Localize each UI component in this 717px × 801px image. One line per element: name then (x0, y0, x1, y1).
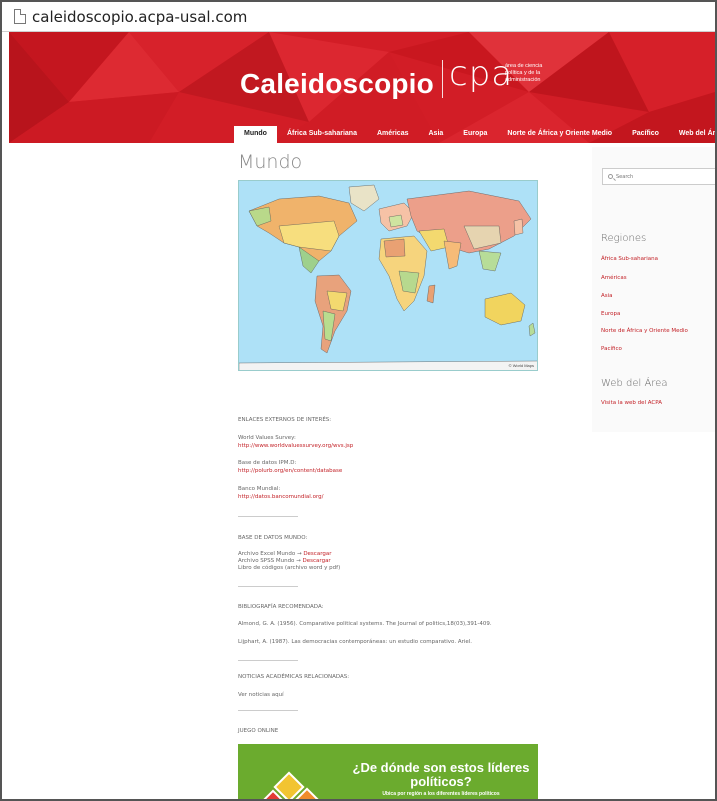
url-text[interactable]: caleidoscopio.acpa-usal.com (32, 8, 247, 26)
site-title[interactable]: Caleidoscopio (240, 68, 434, 100)
cpa-subtitle-line: administración (505, 77, 541, 83)
main-content: Mundo © World Maps ENLACES EXTERNOS DE I… (238, 147, 568, 799)
link-ipmd-database[interactable]: http://polurb.org/en/content/database (238, 468, 342, 476)
nav-item-asia[interactable]: Asia (419, 126, 454, 143)
nav-item-mundo[interactable]: Mundo (234, 126, 277, 143)
news-heading: NOTICIAS ACADÉMICAS RELACIONADAS: (238, 674, 350, 680)
biblio-heading: BIBLIOGRAFÍA RECOMENDADA: (238, 604, 324, 610)
divider (238, 710, 298, 711)
divider (238, 586, 298, 587)
page-icon (14, 9, 26, 24)
download-excel-link[interactable]: Descargar (303, 551, 331, 557)
download-spss-link[interactable]: Descargar (303, 558, 331, 564)
nav-item-norte-africa[interactable]: Norte de África y Oriente Medio (497, 126, 622, 143)
main-nav: Mundo África Sub-sahariana Américas Asia… (234, 126, 715, 143)
region-link-africa-subsahariana[interactable]: África Sub-sahariana (601, 256, 658, 262)
online-game-banner[interactable]: ¿De dónde son estos líderes políticos? U… (238, 744, 538, 799)
search-input[interactable] (616, 173, 696, 180)
search-icon (608, 174, 613, 179)
nav-item-europa[interactable]: Europa (453, 126, 497, 143)
nav-item-web-del-area[interactable]: Web del Área (669, 126, 715, 143)
game-question: ¿De dónde son estos líderes políticos? (352, 760, 530, 789)
search-box[interactable] (602, 168, 715, 185)
divider (238, 660, 298, 661)
db-heading: BASE DE DATOS MUNDO: (238, 535, 308, 541)
divider (238, 516, 298, 517)
world-map-illustration (239, 184, 537, 370)
address-bar[interactable]: caleidoscopio.acpa-usal.com (2, 2, 715, 32)
biblio-item: Almond, G. A. (1956). Comparative politi… (238, 621, 492, 627)
nav-item-pacifico[interactable]: Pacífico (622, 126, 669, 143)
db-item-text: Archivo Excel Mundo → (238, 551, 304, 557)
codebook-link[interactable]: Libro de códigos (archivo word y pdf) (238, 565, 340, 573)
link-label: World Values Survey: (238, 435, 296, 441)
web-del-area-heading: Web del Área (601, 378, 668, 389)
region-link-norte-africa[interactable]: Norte de África y Oriente Medio (601, 328, 688, 334)
cpa-subtitle-line: política y de la (505, 70, 541, 76)
page-title: Mundo (238, 151, 303, 173)
nav-item-africa-subsahariana[interactable]: África Sub-sahariana (277, 126, 367, 143)
logo-divider (442, 60, 443, 98)
map-credit: © World Maps (508, 363, 534, 368)
game-subtitle: Ubica por región a los diferentes lídere… (382, 791, 500, 797)
cpa-logo-subtitle: área de ciencia política y de la adminis… (505, 63, 565, 84)
region-link-pacifico[interactable]: Pacífico (601, 346, 622, 352)
link-label: Base de datos IPM.D: (238, 460, 297, 466)
acpa-web-link[interactable]: Visita la web del ACPA (601, 400, 662, 406)
link-label: Banco Mundial: (238, 486, 281, 492)
world-map-image: © World Maps (238, 180, 538, 371)
cpa-logo[interactable]: cpa (449, 54, 513, 94)
region-link-europa[interactable]: Europa (601, 311, 620, 317)
region-link-asia[interactable]: Asia (601, 293, 613, 299)
sidebar: Regiones África Sub-sahariana Américas A… (592, 147, 715, 432)
links-heading: ENLACES EXTERNOS DE INTERÉS: (238, 417, 332, 423)
news-link[interactable]: Ver noticias aquí (238, 692, 284, 700)
biblio-item: Lijphart, A. (1987). Las democracias con… (238, 639, 473, 645)
link-world-values-survey[interactable]: http://www.worldvaluessurvey.org/wvs.jsp (238, 443, 353, 451)
nav-item-americas[interactable]: Américas (367, 126, 419, 143)
browser-window: caleidoscopio.acpa-usal.com Caleidoscopi… (0, 0, 717, 801)
cpa-subtitle-line: área de ciencia (505, 63, 543, 69)
region-link-americas[interactable]: Américas (601, 275, 627, 281)
game-heading: JUEGO ONLINE (238, 728, 279, 734)
link-banco-mundial[interactable]: http://datos.bancomundial.org/ (238, 494, 323, 502)
regiones-heading: Regiones (601, 233, 647, 244)
db-item-text: Archivo SPSS Mundo → (238, 558, 303, 564)
